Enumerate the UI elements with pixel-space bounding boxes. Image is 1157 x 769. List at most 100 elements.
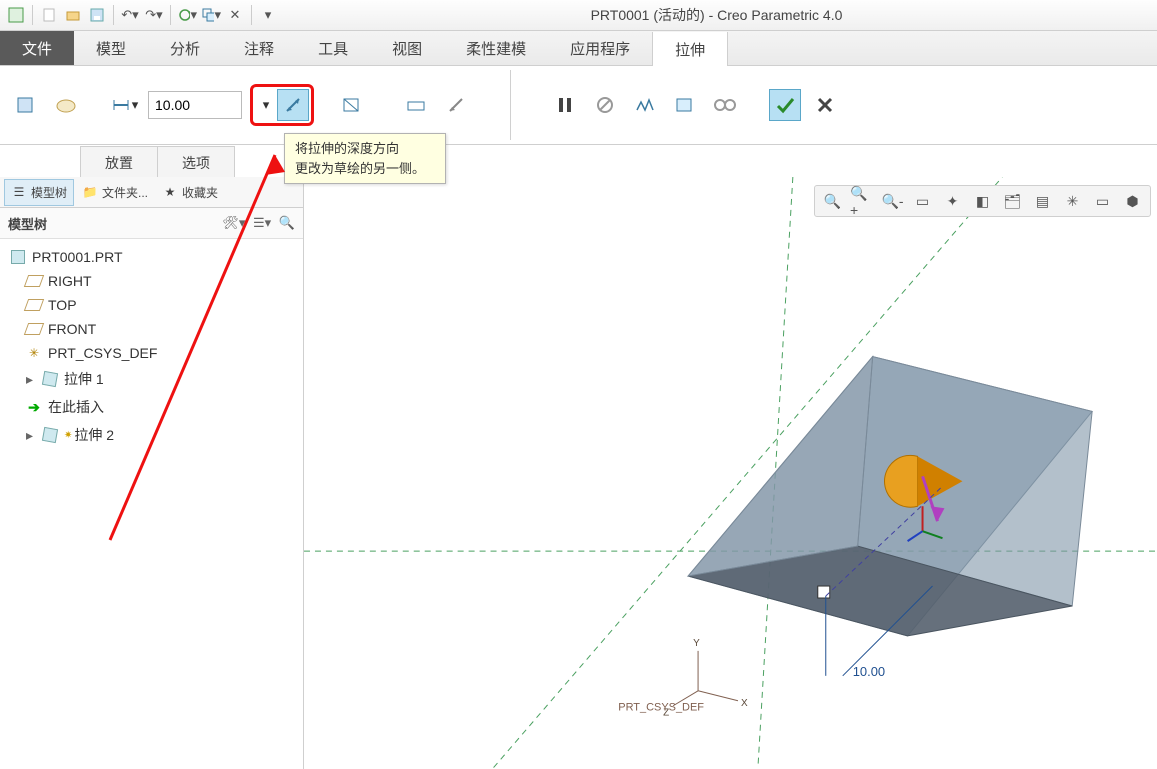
open-icon[interactable] — [63, 5, 83, 25]
csys-label: PRT_CSYS_DEF — [618, 702, 704, 714]
panel-tab-fav[interactable]: ★ 收藏夹 — [156, 180, 224, 205]
cancel-button[interactable] — [809, 89, 841, 121]
tree-front-label: FRONT — [48, 321, 96, 337]
eyewear-icon[interactable] — [709, 89, 741, 121]
tab-extrude[interactable]: 拉伸 — [652, 32, 728, 66]
tree-settings-icon[interactable]: ☰▾ — [253, 215, 271, 230]
tree-ext2[interactable]: ▸ ✷ 拉伸 2 — [8, 421, 295, 449]
tree-csys-label: PRT_CSYS_DEF — [48, 345, 157, 361]
depth-input[interactable] — [148, 91, 242, 119]
tooltip: 将拉伸的深度方向 更改为草绘的另一侧。 — [284, 133, 446, 184]
svg-text:X: X — [741, 698, 748, 709]
zoom-in-icon[interactable]: 🔍+ — [849, 189, 876, 213]
refit-icon[interactable]: 🔍 — [819, 189, 846, 213]
tree-ext2-label: 拉伸 2 — [74, 425, 114, 445]
plane-icon — [26, 273, 42, 289]
feature-icon — [42, 427, 58, 443]
undo-icon[interactable]: ↶▾ — [120, 5, 140, 25]
save-icon[interactable] — [87, 5, 107, 25]
datum-display-icon[interactable]: ✳ — [1059, 189, 1086, 213]
scene: 10.00 X Y Z PRT_CSYS_DEF — [304, 177, 1157, 768]
plane-icon — [26, 321, 42, 337]
dashboard-subtabs: 放置 选项 将拉伸的深度方向 更改为草绘的另一侧。 — [0, 145, 1157, 180]
close-window-icon[interactable]: ✕ — [225, 5, 245, 25]
tab-flex[interactable]: 柔性建模 — [444, 31, 548, 65]
panel-tabs: ☰ 模型树 📁 文件夹... ★ 收藏夹 — [0, 177, 303, 208]
depth-type-icon[interactable]: ▾ — [108, 89, 140, 121]
new-badge-icon: ✷ — [64, 430, 72, 441]
new-icon[interactable] — [39, 5, 59, 25]
subtab-options[interactable]: 选项 — [157, 146, 235, 179]
expand-icon[interactable]: ▸ — [26, 371, 36, 388]
tree-part-label: PRT0001.PRT — [32, 249, 123, 265]
tab-view[interactable]: 视图 — [370, 31, 444, 65]
separator — [170, 5, 171, 25]
model-tree: PRT0001.PRT RIGHT TOP FRONT ✳ PRT_CSYS_D… — [0, 239, 303, 455]
svg-text:Y: Y — [693, 638, 700, 649]
tree-top[interactable]: TOP — [8, 293, 295, 317]
ok-button[interactable] — [769, 89, 801, 121]
spin-center-icon[interactable]: ✦ — [939, 189, 966, 213]
tree-ext1-label: 拉伸 1 — [64, 369, 104, 389]
plane-icon — [26, 297, 42, 313]
annotations-icon[interactable]: ▭ — [1089, 189, 1116, 213]
tree-insert-label: 在此插入 — [48, 397, 104, 417]
panel-header: 模型树 🛠▾ ☰▾ 🔍 — [0, 208, 303, 239]
surface-icon[interactable] — [50, 89, 82, 121]
tooltip-line1: 将拉伸的深度方向 — [295, 139, 435, 159]
expand-icon[interactable]: ▸ — [26, 427, 36, 444]
windows-icon[interactable]: ▾ — [201, 5, 221, 25]
tab-file[interactable]: 文件 — [0, 31, 74, 65]
subtab-place[interactable]: 放置 — [80, 146, 158, 179]
preview-attached-icon[interactable] — [629, 89, 661, 121]
remove-material-icon[interactable] — [336, 89, 368, 121]
tab-tools[interactable]: 工具 — [296, 31, 370, 65]
flip-thicken-icon[interactable] — [440, 89, 472, 121]
dashboard: ▾ ▾ — [0, 66, 1157, 145]
no-preview-icon[interactable] — [589, 89, 621, 121]
tree-search-icon[interactable]: 🔍 — [279, 215, 295, 230]
render-icon[interactable]: ⬢ — [1119, 189, 1146, 213]
tab-model[interactable]: 模型 — [74, 31, 148, 65]
pause-icon[interactable] — [549, 89, 581, 121]
tree-front[interactable]: FRONT — [8, 317, 295, 341]
csys-icon: ✳ — [26, 345, 42, 361]
model-tree-panel: ☰ 模型树 📁 文件夹... ★ 收藏夹 模型树 🛠▾ ☰▾ 🔍 P — [0, 177, 304, 769]
panel-tab-fav-label: 收藏夹 — [182, 184, 218, 201]
redo-icon[interactable]: ↷▾ — [144, 5, 164, 25]
regen-icon[interactable]: ▾ — [177, 5, 197, 25]
repaint-icon[interactable]: ▭ — [909, 189, 936, 213]
tree-right-label: RIGHT — [48, 273, 92, 289]
display-style-icon[interactable]: ◧ — [969, 189, 996, 213]
panel-tab-tree[interactable]: ☰ 模型树 — [4, 179, 74, 206]
panel-tab-folders[interactable]: 📁 文件夹... — [76, 180, 154, 205]
depth-dropdown-icon[interactable]: ▾ — [255, 89, 277, 121]
solid-icon[interactable] — [10, 89, 42, 121]
tab-apps[interactable]: 应用程序 — [548, 31, 652, 65]
tree-csys[interactable]: ✳ PRT_CSYS_DEF — [8, 341, 295, 365]
separator — [113, 5, 114, 25]
panel-header-label: 模型树 — [8, 214, 47, 233]
thicken-icon[interactable] — [400, 89, 432, 121]
tree-ext1[interactable]: ▸ 拉伸 1 — [8, 365, 295, 393]
separator — [510, 70, 511, 140]
flip-direction-button[interactable] — [277, 89, 309, 121]
tooltip-line2: 更改为草绘的另一侧。 — [295, 159, 435, 179]
layers-icon[interactable]: ▤ — [1029, 189, 1056, 213]
tree-tools-icon[interactable]: 🛠▾ — [222, 215, 245, 230]
tree-icon: ☰ — [11, 184, 27, 200]
viewport[interactable]: 🔍 🔍+ 🔍- ▭ ✦ ◧ 🗂 ▤ ✳ ▭ ⬢ — [304, 177, 1157, 769]
saved-views-icon[interactable]: 🗂 — [999, 189, 1026, 213]
tree-right[interactable]: RIGHT — [8, 269, 295, 293]
tree-insert[interactable]: ➔ 在此插入 — [8, 393, 295, 421]
panel-tab-tree-label: 模型树 — [31, 184, 67, 201]
tree-part[interactable]: PRT0001.PRT — [8, 245, 295, 269]
tab-annotate[interactable]: 注释 — [222, 31, 296, 65]
tab-analyze[interactable]: 分析 — [148, 31, 222, 65]
qat-customize-icon[interactable]: ▾ — [258, 5, 278, 25]
zoom-out-icon[interactable]: 🔍- — [879, 189, 906, 213]
preview-unattached-icon[interactable] — [669, 89, 701, 121]
drag-handle[interactable] — [818, 586, 830, 598]
dimension-value[interactable]: 10.00 — [853, 664, 885, 679]
view-toolbar: 🔍 🔍+ 🔍- ▭ ✦ ◧ 🗂 ▤ ✳ ▭ ⬢ — [814, 185, 1151, 217]
